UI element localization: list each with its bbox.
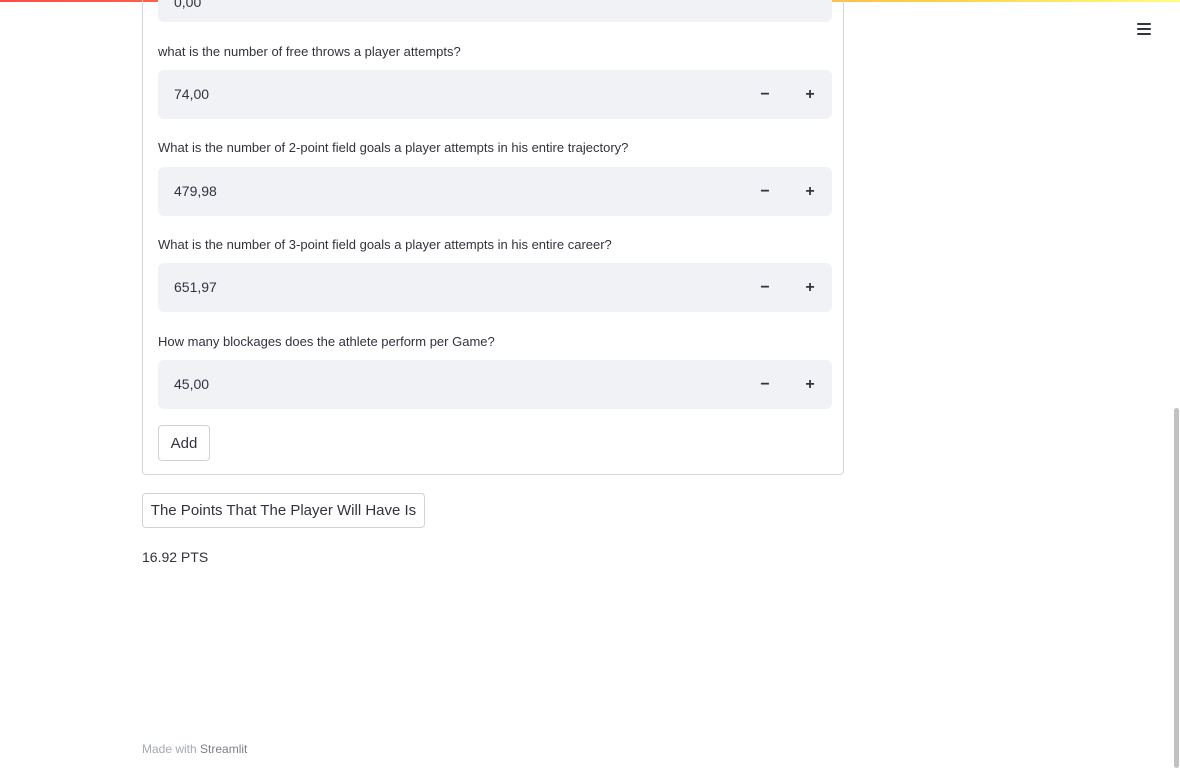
footer-prefix: Made with [142, 742, 197, 756]
blockages-value: 45,00 [174, 376, 210, 392]
add-button[interactable]: Add [158, 425, 210, 461]
two-point-attempts-label: What is the number of 2-point field goal… [158, 140, 629, 155]
two-point-attempts-input[interactable]: 479,98 − + [158, 167, 832, 216]
three-point-attempts-label: What is the number of 3-point field goal… [158, 237, 612, 252]
free-throws-input[interactable]: 74,00 − + [158, 70, 832, 119]
footer: Made with Streamlit [142, 742, 247, 756]
number-input-value: 0,00 [174, 0, 202, 10]
decrement-button[interactable]: − [743, 263, 787, 312]
free-throws-label: what is the number of free throws a play… [158, 44, 461, 59]
increment-button[interactable]: + [788, 263, 832, 312]
streamlit-link[interactable]: Streamlit [200, 742, 247, 756]
number-input-partial[interactable]: 0,00 [158, 0, 832, 22]
scrollbar-thumb[interactable] [1174, 408, 1179, 768]
points-button[interactable]: The Points That The Player Will Have Is [142, 493, 425, 528]
three-point-attempts-input[interactable]: 651,97 − + [158, 263, 832, 312]
increment-button[interactable]: + [788, 70, 832, 119]
decrement-button[interactable]: − [743, 70, 787, 119]
three-point-attempts-value: 651,97 [174, 279, 217, 295]
blockages-input[interactable]: 45,00 − + [158, 360, 832, 409]
increment-button[interactable]: + [788, 167, 832, 216]
decrement-button[interactable]: − [743, 167, 787, 216]
decrement-button[interactable]: − [743, 360, 787, 409]
result-text: 16.92 PTS [142, 549, 209, 565]
hamburger-menu-icon[interactable] [1135, 20, 1153, 38]
blockages-label: How many blockages does the athlete perf… [158, 334, 495, 349]
free-throws-value: 74,00 [174, 86, 210, 102]
increment-button[interactable]: + [788, 360, 832, 409]
two-point-attempts-value: 479,98 [174, 183, 217, 199]
